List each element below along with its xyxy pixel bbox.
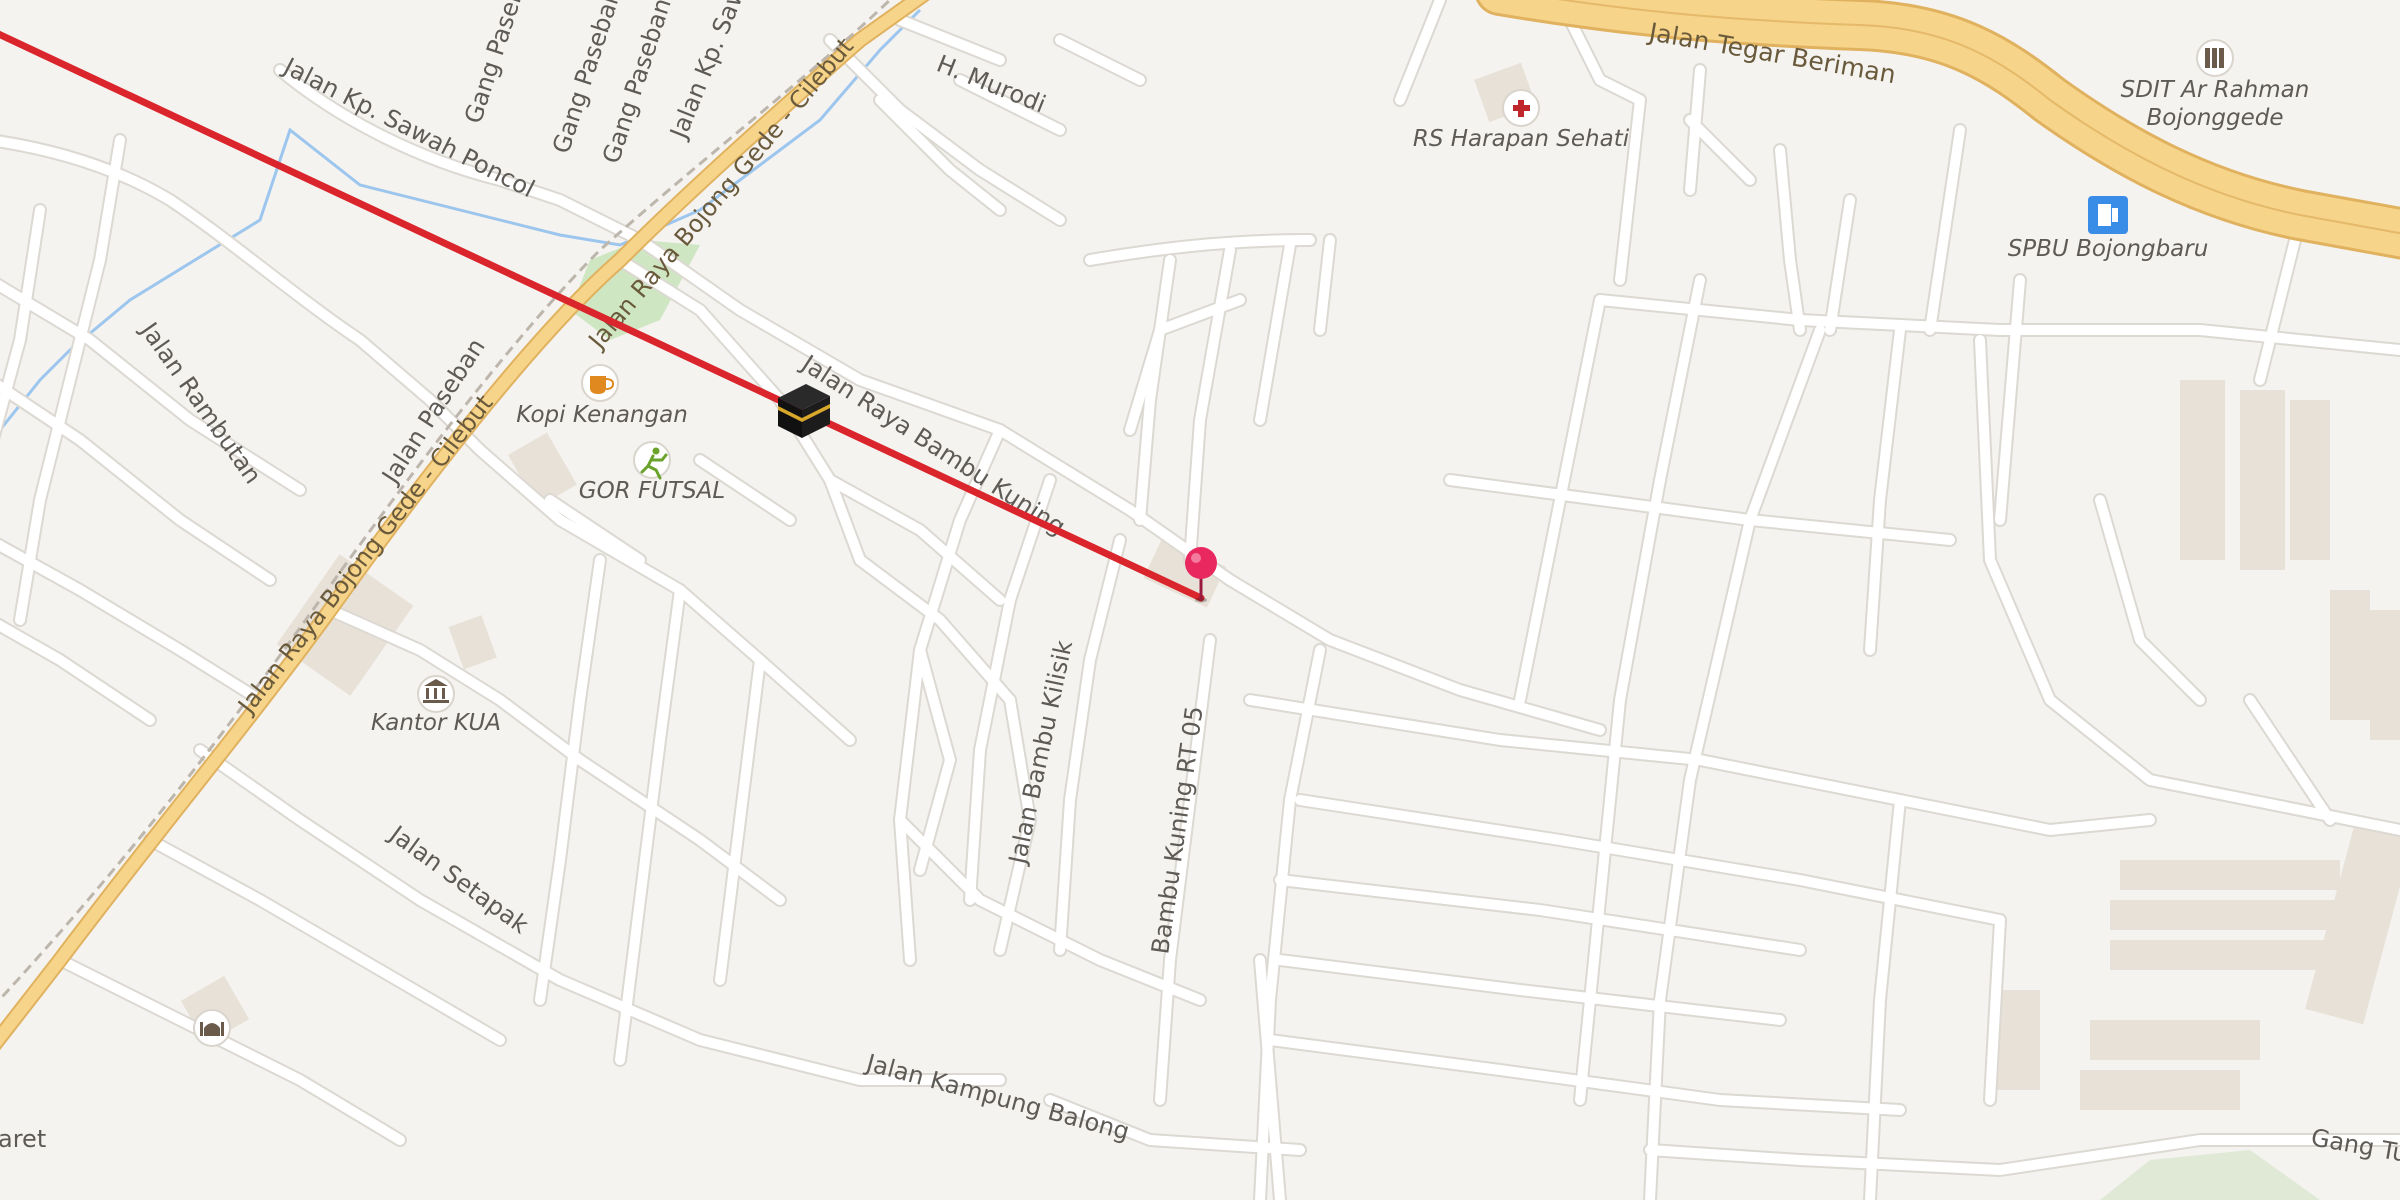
poi-label: GOR FUTSAL (579, 478, 725, 504)
government-icon (417, 675, 455, 713)
street-label-aret: aret (0, 1125, 46, 1153)
mosque-icon (193, 1009, 231, 1047)
poi-label: SPBU Bojongbaru (2008, 236, 2209, 262)
poi-label: RS Harapan Sehati (1413, 126, 1630, 152)
map-view[interactable]: Jalan Tegar Beriman Jalan Raya Bojong Ge… (0, 0, 2400, 1200)
poi-label: Kantor KUA (371, 710, 501, 736)
map-canvas[interactable]: Jalan Tegar Beriman Jalan Raya Bojong Ge… (0, 0, 2400, 1200)
fuel-icon (2088, 196, 2128, 234)
cafe-icon (581, 364, 619, 402)
school-icon (2196, 39, 2234, 77)
poi-label: Kopi Kenangan (516, 402, 688, 428)
sports-icon (633, 441, 671, 480)
poi-mosque[interactable] (193, 1009, 231, 1047)
hospital-icon (1502, 89, 1540, 127)
